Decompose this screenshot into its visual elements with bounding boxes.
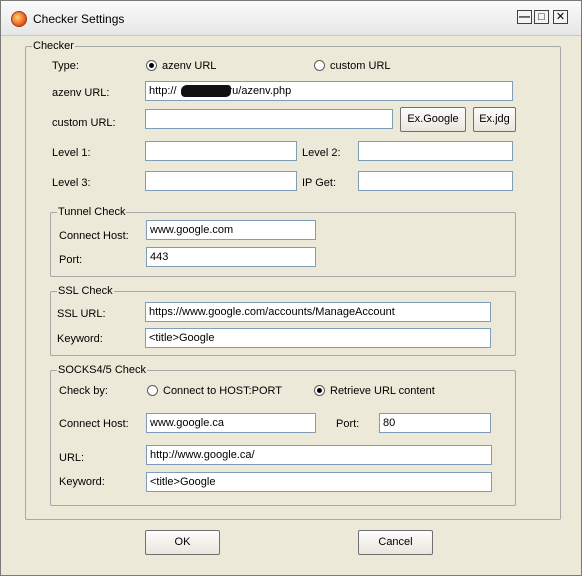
- ssl-keyword-input[interactable]: [145, 328, 491, 348]
- socks-keyword-label: Keyword:: [59, 476, 105, 488]
- window-title: Checker Settings: [33, 12, 125, 26]
- azenv-url-label: azenv URL:: [52, 87, 110, 99]
- title-bar[interactable]: Checker Settings — □ ✕: [1, 1, 581, 36]
- custom-url-input[interactable]: [145, 109, 393, 129]
- tunnel-port-label: Port:: [59, 254, 83, 266]
- radio-azenv-url-label[interactable]: azenv URL: [162, 60, 216, 73]
- ip-get-input[interactable]: [358, 171, 513, 191]
- maximize-icon: □: [538, 11, 545, 23]
- ssl-keyword-label: Keyword:: [57, 333, 103, 345]
- redaction-mark: [181, 85, 231, 97]
- socks-port-label: Port:: [336, 418, 360, 430]
- ok-button[interactable]: OK: [145, 530, 220, 555]
- app-icon: [11, 11, 27, 27]
- level2-input[interactable]: [358, 141, 513, 161]
- minimize-icon: —: [519, 11, 530, 23]
- radio-connect-host-port-label[interactable]: Connect to HOST:PORT: [163, 385, 282, 398]
- socks-check-legend: SOCKS4/5 Check: [57, 364, 148, 377]
- radio-retrieve-url-content[interactable]: [314, 385, 325, 396]
- socks-keyword-input[interactable]: [146, 472, 492, 492]
- close-icon: ✕: [555, 11, 566, 23]
- socks-url-input[interactable]: [146, 445, 492, 465]
- radio-retrieve-url-content-label[interactable]: Retrieve URL content: [330, 385, 435, 398]
- custom-url-label: custom URL:: [52, 117, 116, 129]
- radio-azenv-url[interactable]: [146, 60, 157, 71]
- close-button[interactable]: ✕: [553, 10, 568, 24]
- radio-custom-url[interactable]: [314, 60, 325, 71]
- tunnel-connect-host-input[interactable]: [146, 220, 316, 240]
- minimize-button[interactable]: —: [517, 10, 532, 24]
- tunnel-port-input[interactable]: [146, 247, 316, 267]
- ip-get-label: IP Get:: [302, 177, 337, 189]
- level1-label: Level 1:: [52, 147, 91, 159]
- maximize-button[interactable]: □: [534, 10, 549, 24]
- radio-custom-url-label[interactable]: custom URL: [330, 60, 391, 73]
- radio-connect-host-port[interactable]: [147, 385, 158, 396]
- check-by-label: Check by:: [59, 385, 108, 397]
- type-label: Type:: [52, 60, 79, 72]
- ex-jdg-button[interactable]: Ex.jdg: [473, 107, 516, 132]
- socks-url-label: URL:: [59, 452, 85, 464]
- socks-connect-host-label: Connect Host:: [59, 418, 129, 430]
- socks-connect-host-input[interactable]: [146, 413, 316, 433]
- ssl-url-input[interactable]: [145, 302, 491, 322]
- level2-label: Level 2:: [302, 147, 341, 159]
- ssl-url-label: SSL URL:: [57, 308, 106, 320]
- cancel-button[interactable]: Cancel: [358, 530, 433, 555]
- ssl-check-legend: SSL Check: [57, 285, 114, 298]
- level3-label: Level 3:: [52, 177, 91, 189]
- tunnel-connect-host-label: Connect Host:: [59, 230, 129, 242]
- tunnel-check-legend: Tunnel Check: [57, 206, 127, 219]
- checker-legend: Checker: [32, 40, 75, 53]
- level3-input[interactable]: [145, 171, 297, 191]
- ex-google-button[interactable]: Ex.Google: [400, 107, 466, 132]
- level1-input[interactable]: [145, 141, 297, 161]
- checker-settings-window: Checker Settings — □ ✕ Checker Type: aze…: [0, 0, 582, 576]
- socks-port-input[interactable]: [379, 413, 491, 433]
